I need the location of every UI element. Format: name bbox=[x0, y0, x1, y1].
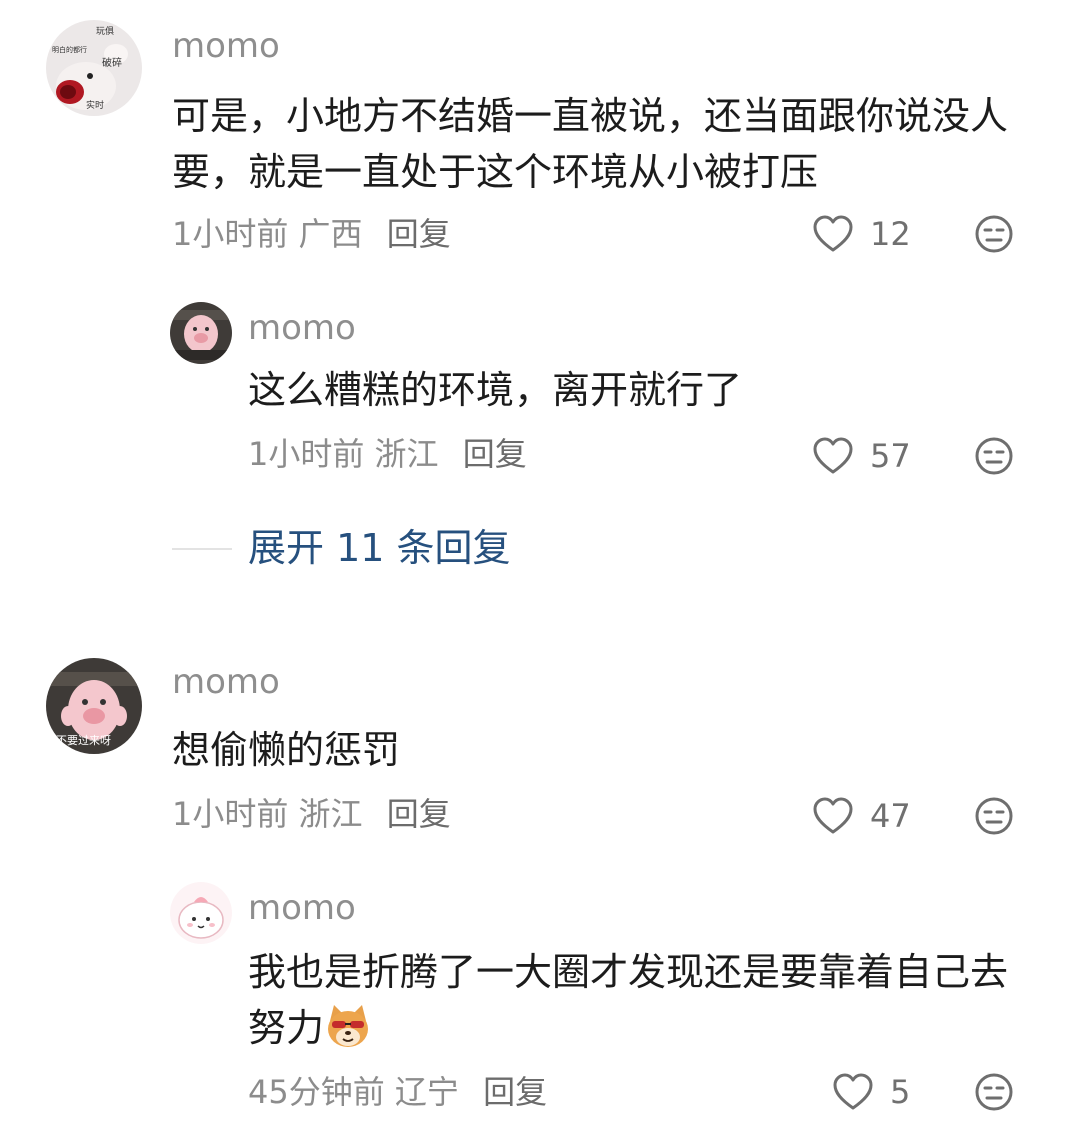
reply-button[interactable]: 回复 bbox=[387, 795, 451, 833]
location: 浙江 bbox=[298, 795, 363, 833]
svg-text:破碎: 破碎 bbox=[102, 56, 122, 69]
dislike-button[interactable] bbox=[974, 214, 1014, 254]
username[interactable]: momo bbox=[172, 662, 280, 702]
dislike-button[interactable] bbox=[974, 1072, 1014, 1112]
location: 广西 bbox=[298, 215, 363, 253]
svg-text:不要过来呀: 不要过来呀 bbox=[56, 734, 111, 747]
location: 浙江 bbox=[374, 435, 439, 473]
heart-outline-icon bbox=[813, 215, 853, 252]
timestamp: 1小时前 bbox=[172, 215, 289, 253]
comment-meta: 45分钟前 辽宁 回复 bbox=[248, 1072, 547, 1112]
user-avatar[interactable]: 玩俱 明白的都行 破碎 实时 bbox=[46, 20, 142, 116]
neutral-face-icon bbox=[975, 437, 1013, 475]
reply-button[interactable]: 回复 bbox=[483, 1073, 547, 1111]
dislike-button[interactable] bbox=[974, 436, 1014, 476]
timestamp: 45分钟前 bbox=[248, 1073, 385, 1111]
svg-text:实时: 实时 bbox=[86, 99, 104, 111]
neutral-face-icon bbox=[975, 797, 1013, 835]
user-avatar[interactable] bbox=[170, 882, 232, 944]
comment-text[interactable]: 我也是折腾了一大圈才发现还是要靠着自己去努力 bbox=[248, 944, 1018, 1056]
like-button[interactable]: 12 bbox=[812, 212, 911, 256]
comment-text[interactable]: 想偷懒的惩罚 bbox=[172, 722, 1022, 778]
neutral-face-icon bbox=[975, 1073, 1013, 1111]
user-avatar[interactable] bbox=[170, 302, 232, 364]
username[interactable]: momo bbox=[248, 308, 356, 348]
svg-text:明白的都行: 明白的都行 bbox=[52, 45, 87, 54]
timestamp: 1小时前 bbox=[248, 435, 365, 473]
user-avatar[interactable]: 不要过来呀 bbox=[46, 658, 142, 754]
reply-button[interactable]: 回复 bbox=[387, 215, 451, 253]
comment-meta: 1小时前 广西 回复 bbox=[172, 214, 451, 254]
like-count: 5 bbox=[890, 1073, 911, 1111]
svg-text:玩俱: 玩俱 bbox=[96, 26, 114, 37]
like-count: 47 bbox=[870, 797, 911, 835]
heart-outline-icon bbox=[813, 437, 853, 474]
like-button[interactable]: 57 bbox=[812, 434, 911, 478]
reply-button[interactable]: 回复 bbox=[463, 435, 527, 473]
like-button[interactable]: 5 bbox=[832, 1070, 910, 1114]
timestamp: 1小时前 bbox=[172, 795, 289, 833]
shiba-dog-cool-emoji bbox=[324, 1001, 372, 1049]
heart-outline-icon bbox=[813, 797, 853, 834]
comment-text[interactable]: 可是，小地方不结婚一直被说，还当面跟你说没人要，就是一直处于这个环境从小被打压 bbox=[172, 88, 1022, 200]
neutral-face-icon bbox=[975, 215, 1013, 253]
dislike-button[interactable] bbox=[974, 796, 1014, 836]
like-count: 57 bbox=[870, 437, 911, 475]
heart-outline-icon bbox=[833, 1073, 873, 1110]
expand-replies-button[interactable]: 展开 11 条回复 bbox=[248, 524, 511, 572]
username[interactable]: momo bbox=[172, 26, 280, 66]
like-button[interactable]: 47 bbox=[812, 794, 911, 838]
username[interactable]: momo bbox=[248, 888, 356, 928]
expand-divider bbox=[172, 548, 232, 550]
comment-text[interactable]: 这么糟糕的环境，离开就行了 bbox=[248, 362, 1018, 418]
location: 辽宁 bbox=[394, 1073, 459, 1111]
like-count: 12 bbox=[870, 215, 911, 253]
comment-meta: 1小时前 浙江 回复 bbox=[248, 434, 527, 474]
comment-meta: 1小时前 浙江 回复 bbox=[172, 794, 451, 834]
